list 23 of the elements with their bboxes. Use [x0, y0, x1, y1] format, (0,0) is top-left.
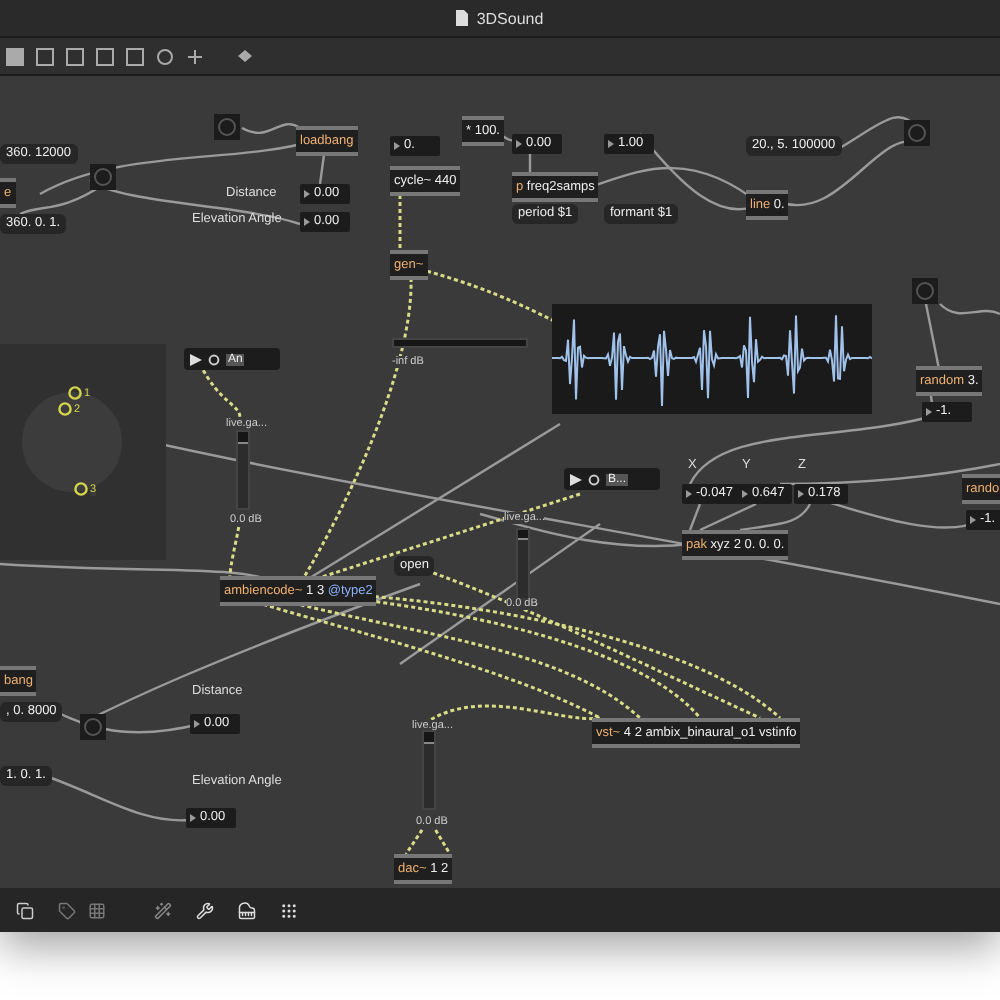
play-icon[interactable] — [190, 353, 202, 365]
plus-icon[interactable] — [186, 47, 204, 65]
dial-icon[interactable] — [156, 47, 174, 65]
gain-slider[interactable] — [422, 730, 436, 810]
panner-disc — [20, 390, 124, 494]
grid-icon[interactable] — [88, 901, 106, 919]
window-title: 3DSound — [476, 9, 544, 27]
wand-icon[interactable] — [154, 901, 172, 919]
source-point-icon[interactable] — [68, 386, 82, 400]
loop-icon[interactable] — [588, 473, 600, 485]
piano-icon[interactable] — [238, 901, 256, 919]
level-meter — [392, 338, 528, 348]
windows-icon[interactable] — [16, 901, 34, 919]
gain-slider[interactable] — [516, 528, 530, 602]
source-point-icon[interactable] — [74, 482, 88, 496]
gain-slider[interactable] — [236, 430, 250, 510]
wrench-icon[interactable] — [196, 901, 214, 919]
play-icon[interactable] — [570, 473, 582, 485]
tag-icon[interactable] — [58, 901, 76, 919]
keys-icon[interactable] — [280, 901, 298, 919]
source-point-icon[interactable] — [58, 402, 72, 416]
document-icon — [456, 10, 469, 26]
loop-icon[interactable] — [208, 353, 220, 365]
